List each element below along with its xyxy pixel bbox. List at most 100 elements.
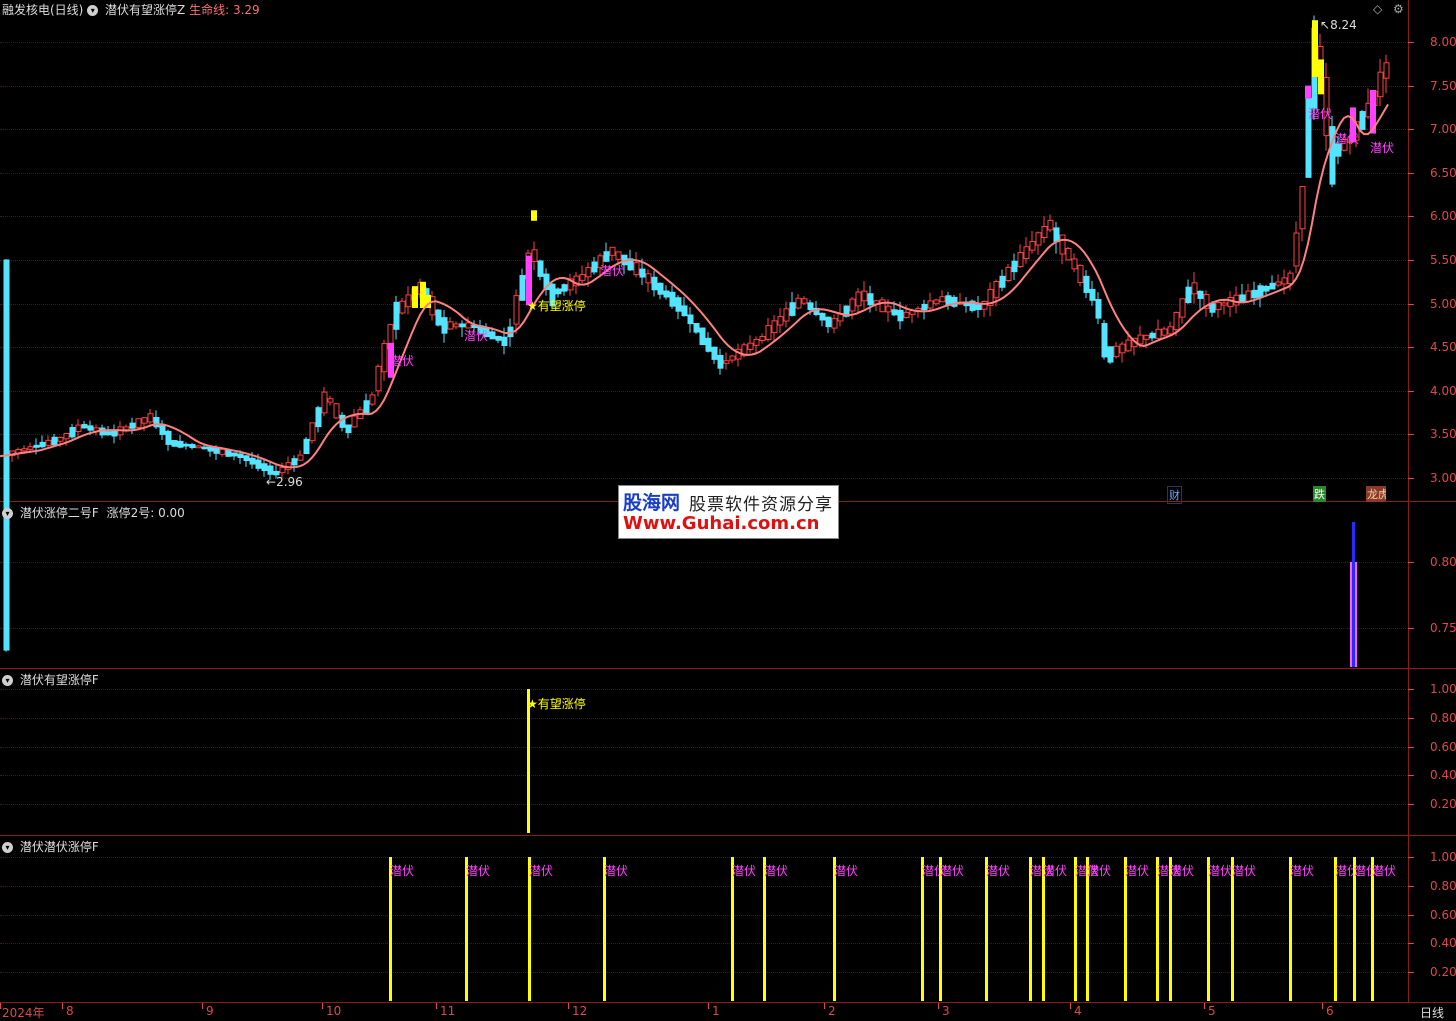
dropdown-icon[interactable]: ▾	[2, 508, 13, 519]
candle[interactable]	[855, 291, 862, 307]
candle[interactable]	[291, 458, 298, 466]
candle[interactable]	[159, 425, 166, 435]
candle[interactable]	[39, 441, 46, 448]
candle[interactable]	[1167, 326, 1174, 335]
dropdown-icon[interactable]: ▾	[87, 5, 99, 16]
panel4-name[interactable]: 潜伏潜伏涨停F	[20, 840, 99, 854]
candle[interactable]	[609, 246, 616, 256]
candle[interactable]	[279, 467, 286, 474]
candle[interactable]	[207, 446, 214, 452]
candle[interactable]	[723, 360, 730, 364]
candle[interactable]	[729, 355, 736, 361]
candle[interactable]	[393, 301, 400, 330]
candle[interactable]	[1173, 311, 1180, 331]
candle[interactable]	[1257, 285, 1264, 298]
candle[interactable]	[585, 267, 592, 278]
candle[interactable]	[447, 321, 454, 330]
candle[interactable]	[381, 343, 388, 373]
candle[interactable]	[27, 446, 34, 450]
candle[interactable]	[1233, 294, 1240, 306]
candle[interactable]	[87, 425, 94, 431]
candle[interactable]	[453, 323, 460, 328]
candle[interactable]	[1209, 303, 1216, 313]
candle[interactable]	[243, 455, 250, 462]
candle[interactable]	[687, 314, 694, 325]
candle[interactable]	[1245, 290, 1252, 302]
candle[interactable]	[1215, 301, 1222, 311]
candle[interactable]	[345, 424, 352, 434]
candle[interactable]	[849, 298, 856, 312]
candle[interactable]	[765, 325, 772, 341]
candle[interactable]	[897, 309, 904, 322]
candle[interactable]	[1227, 297, 1234, 308]
candle[interactable]	[561, 284, 568, 292]
candle[interactable]	[1299, 186, 1306, 230]
candle[interactable]	[249, 457, 256, 465]
candle[interactable]	[105, 431, 112, 436]
candle[interactable]	[1029, 240, 1036, 251]
candle[interactable]	[63, 432, 70, 440]
candle[interactable]	[1125, 339, 1132, 352]
candle[interactable]	[1011, 260, 1018, 273]
candle[interactable]	[183, 443, 190, 447]
candle[interactable]	[1053, 227, 1060, 243]
candle[interactable]	[435, 309, 442, 326]
candle[interactable]	[69, 427, 76, 438]
candle[interactable]	[693, 323, 700, 333]
candle[interactable]	[879, 299, 886, 313]
candle[interactable]	[537, 260, 544, 277]
candle[interactable]	[111, 430, 118, 437]
candle[interactable]	[123, 426, 130, 431]
candle[interactable]	[1047, 219, 1054, 231]
candle[interactable]	[501, 336, 508, 347]
candle[interactable]	[777, 316, 784, 326]
tool-icon[interactable]: ⚙	[1393, 2, 1404, 16]
candle[interactable]	[1107, 346, 1114, 363]
candle[interactable]	[1065, 247, 1072, 261]
event-badge-die[interactable]: 跌	[1313, 486, 1326, 502]
candle[interactable]	[1197, 290, 1204, 299]
panel2-name[interactable]: 潜伏涨停二号F	[20, 506, 99, 520]
candle[interactable]	[885, 305, 892, 313]
candle[interactable]	[1269, 282, 1276, 290]
candle[interactable]	[1359, 111, 1366, 130]
candle[interactable]	[57, 436, 64, 442]
candle[interactable]	[129, 422, 136, 429]
candle[interactable]	[939, 296, 946, 303]
candle[interactable]	[171, 440, 178, 447]
candle[interactable]	[633, 262, 640, 276]
signal-candle[interactable]	[1312, 20, 1318, 77]
candle[interactable]	[519, 275, 526, 301]
candle[interactable]	[1023, 246, 1030, 260]
candle[interactable]	[237, 453, 244, 458]
candle[interactable]	[993, 281, 1000, 299]
candle[interactable]	[1113, 345, 1120, 358]
candle[interactable]	[333, 403, 340, 419]
candle[interactable]	[1077, 264, 1084, 284]
candle[interactable]	[315, 407, 322, 428]
candle[interactable]	[1161, 328, 1168, 336]
candle[interactable]	[555, 288, 562, 295]
candle[interactable]	[303, 438, 310, 455]
candle[interactable]	[591, 261, 598, 273]
candle[interactable]	[1083, 275, 1090, 293]
candle[interactable]	[297, 454, 304, 461]
candle[interactable]	[603, 251, 610, 262]
candle[interactable]	[1281, 277, 1288, 285]
candle[interactable]	[327, 398, 334, 403]
candle[interactable]	[405, 294, 412, 308]
candle[interactable]	[363, 400, 370, 414]
candle[interactable]	[255, 459, 262, 469]
candle[interactable]	[267, 465, 274, 475]
candle[interactable]	[1239, 294, 1246, 302]
candle[interactable]	[807, 302, 814, 311]
candle[interactable]	[141, 417, 148, 424]
candle[interactable]	[1035, 232, 1042, 246]
candle[interactable]	[579, 274, 586, 281]
candle[interactable]	[711, 346, 718, 360]
signal-candle[interactable]	[1318, 59, 1324, 95]
candle[interactable]	[615, 251, 622, 260]
candle[interactable]	[651, 276, 658, 291]
candle[interactable]	[1101, 323, 1108, 358]
dropdown-icon[interactable]: ▾	[2, 675, 13, 686]
